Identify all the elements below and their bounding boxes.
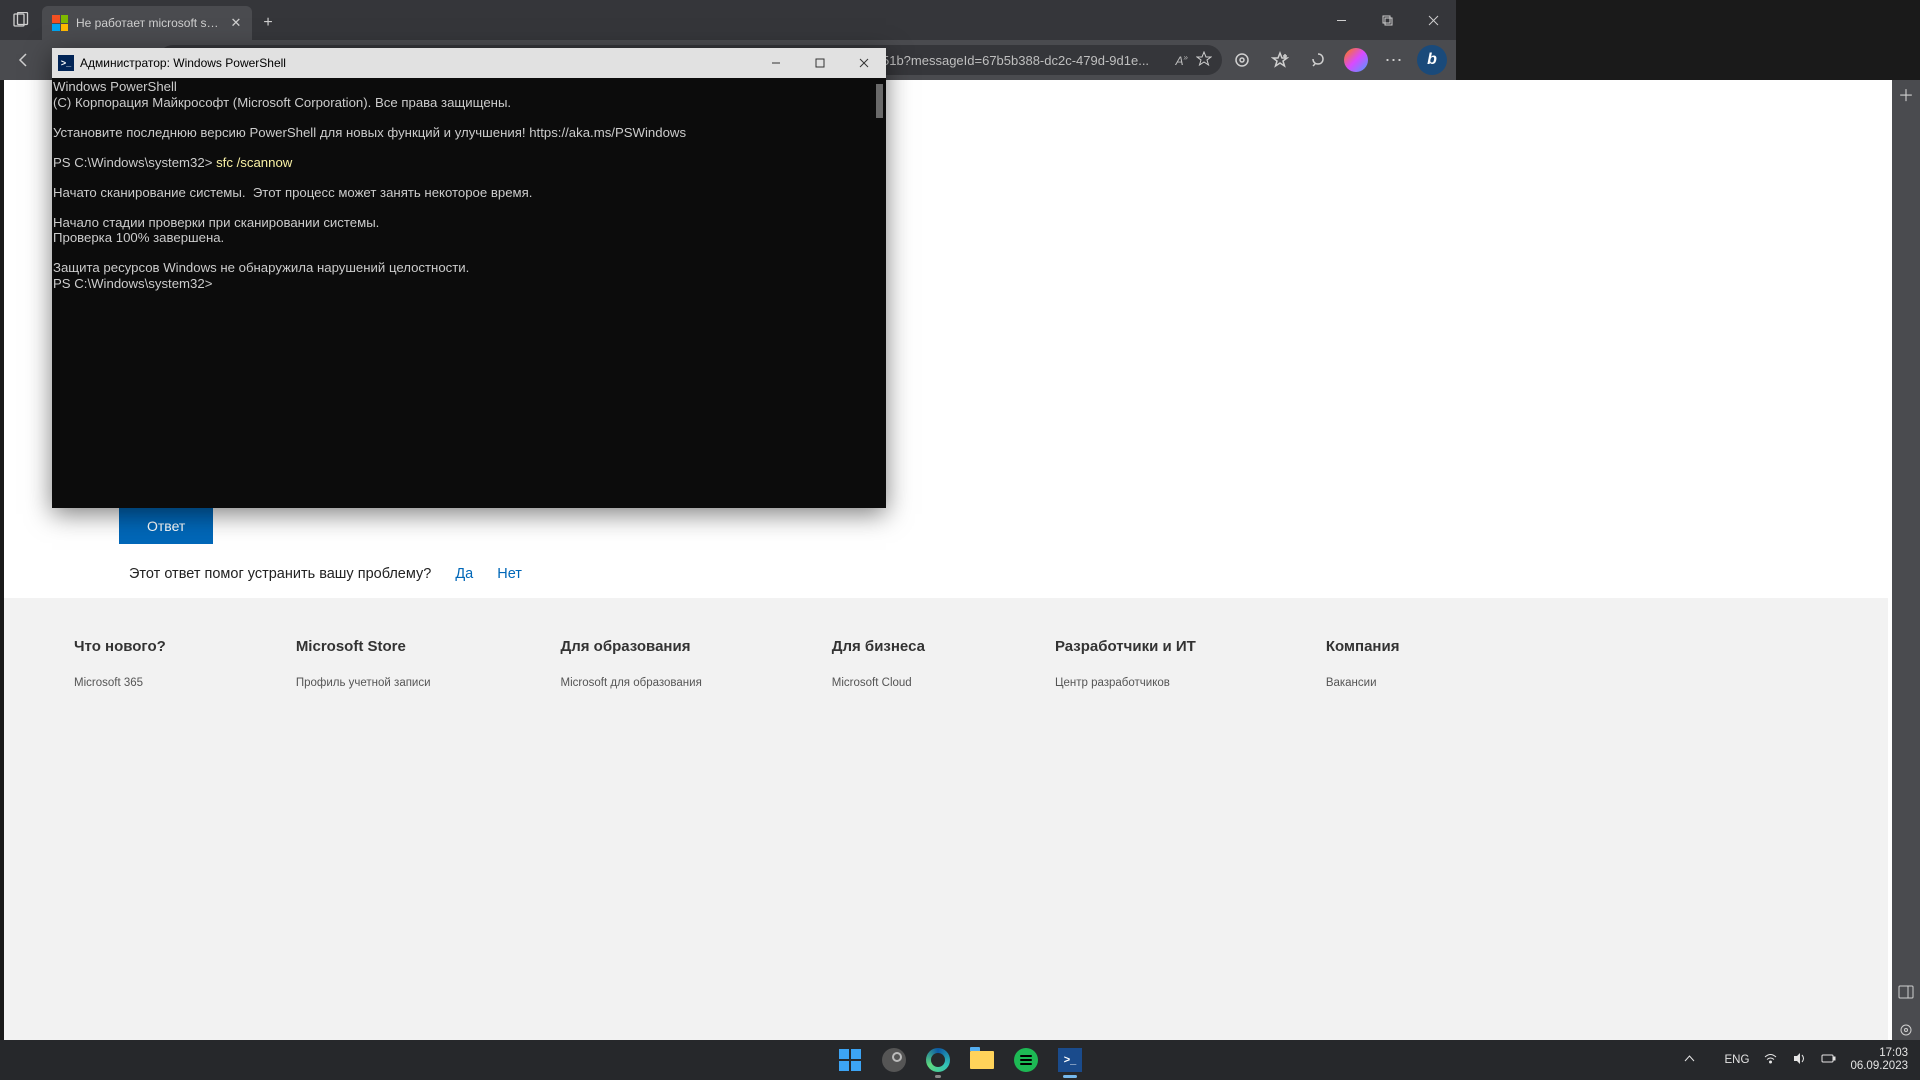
menu-button[interactable]: ⋯ (1376, 44, 1412, 76)
nav-back-button[interactable] (6, 44, 42, 76)
footer-link[interactable]: Microsoft Cloud (832, 677, 925, 689)
tab-title: Не работает microsoft store - Co (76, 16, 220, 30)
profile-button[interactable] (1338, 44, 1374, 76)
footer-heading: Microsoft Store (296, 638, 431, 655)
read-aloud-icon[interactable]: A» (1176, 53, 1188, 68)
favorites-button[interactable] (1262, 44, 1298, 76)
ps-minimize-button[interactable] (754, 48, 798, 78)
browser-sidebar: ＋ (1892, 80, 1920, 1040)
reply-button[interactable]: Ответ (119, 508, 213, 544)
window-close-button[interactable] (1410, 0, 1456, 40)
powershell-titlebar[interactable]: >_ Администратор: Windows PowerShell (52, 48, 886, 78)
tray-language[interactable]: ENG (1725, 1054, 1750, 1066)
tab-actions-button[interactable] (0, 0, 42, 40)
footer-link[interactable]: Вакансии (1326, 677, 1400, 689)
helpful-question: Этот ответ помог устранить вашу проблему… (129, 566, 431, 582)
tray-battery-icon[interactable] (1821, 1051, 1836, 1069)
helpful-no-link[interactable]: Нет (497, 566, 522, 582)
tray-volume-icon[interactable] (1792, 1051, 1807, 1069)
avatar-icon (1344, 48, 1368, 72)
microsoft-favicon-icon (52, 15, 68, 31)
ps-scrollbar[interactable] (872, 78, 886, 508)
extensions-button[interactable] (1224, 44, 1260, 76)
ps-close-button[interactable] (842, 48, 886, 78)
footer-heading: Что нового? (74, 638, 166, 655)
collections-button[interactable] (1300, 44, 1336, 76)
windows-logo-icon (839, 1049, 861, 1071)
powershell-icon: >_ (58, 55, 74, 71)
window-minimize-button[interactable] (1318, 0, 1364, 40)
sidebar-plus-button[interactable]: ＋ (1896, 84, 1916, 104)
browser-tab[interactable]: Не работает microsoft store - Co ✕ (42, 6, 252, 40)
tray-chevron-icon[interactable] (1682, 1051, 1697, 1069)
footer-link[interactable]: Центр разработчиков (1055, 677, 1196, 689)
bing-chat-button[interactable]: b (1414, 44, 1450, 76)
powershell-title: Администратор: Windows PowerShell (80, 56, 286, 70)
start-button[interactable] (831, 1041, 869, 1079)
file-explorer-icon (970, 1051, 994, 1069)
taskbar-explorer[interactable] (963, 1041, 1001, 1079)
page-footer: Что нового? Microsoft 365 Microsoft Store… (4, 598, 1888, 1040)
tray-date: 06.09.2023 (1850, 1060, 1908, 1073)
footer-heading: Разработчики и ИТ (1055, 638, 1196, 655)
helpful-yes-link[interactable]: Да (455, 566, 473, 582)
tray-time: 17:03 (1850, 1047, 1908, 1060)
powershell-taskbar-icon: >_ (1058, 1048, 1082, 1072)
taskbar: >_ ENG 17:03 06.09.2023 (0, 1040, 1920, 1080)
bing-icon: b (1417, 45, 1447, 75)
steam-icon (882, 1048, 906, 1072)
terminal-output: Windows PowerShell (C) Корпорация Майкро… (52, 80, 886, 292)
ps-scrollbar-thumb[interactable] (876, 84, 883, 118)
spotify-icon (1014, 1048, 1038, 1072)
taskbar-powershell[interactable]: >_ (1051, 1041, 1089, 1079)
powershell-window: >_ Администратор: Windows PowerShell Win… (52, 48, 886, 508)
tab-close-button[interactable]: ✕ (228, 15, 244, 31)
favorite-star-icon[interactable] (1196, 51, 1212, 70)
footer-heading: Для образования (561, 638, 702, 655)
footer-heading: Для бизнеса (832, 638, 925, 655)
footer-link[interactable]: Microsoft 365 (74, 677, 166, 689)
browser-titlebar: Не работает microsoft store - Co ✕ + (0, 0, 1456, 40)
sidebar-settings-button[interactable] (1896, 1020, 1916, 1040)
powershell-body[interactable]: Windows PowerShell (C) Корпорация Майкро… (52, 78, 886, 508)
new-tab-button[interactable]: + (252, 6, 284, 40)
taskbar-spotify[interactable] (1007, 1041, 1045, 1079)
taskbar-edge[interactable] (919, 1041, 957, 1079)
helpful-prompt: Этот ответ помог устранить вашу проблему… (89, 550, 1402, 598)
footer-link[interactable]: Профиль учетной записи (296, 677, 431, 689)
sidebar-panel-button[interactable] (1896, 982, 1916, 1002)
footer-heading: Компания (1326, 638, 1400, 655)
edge-icon (926, 1048, 950, 1072)
tray-wifi-icon[interactable] (1763, 1051, 1778, 1069)
ps-maximize-button[interactable] (798, 48, 842, 78)
window-maximize-button[interactable] (1364, 0, 1410, 40)
footer-link[interactable]: Microsoft для образования (561, 677, 702, 689)
tray-clock[interactable]: 17:03 06.09.2023 (1850, 1047, 1908, 1073)
taskbar-steam[interactable] (875, 1041, 913, 1079)
